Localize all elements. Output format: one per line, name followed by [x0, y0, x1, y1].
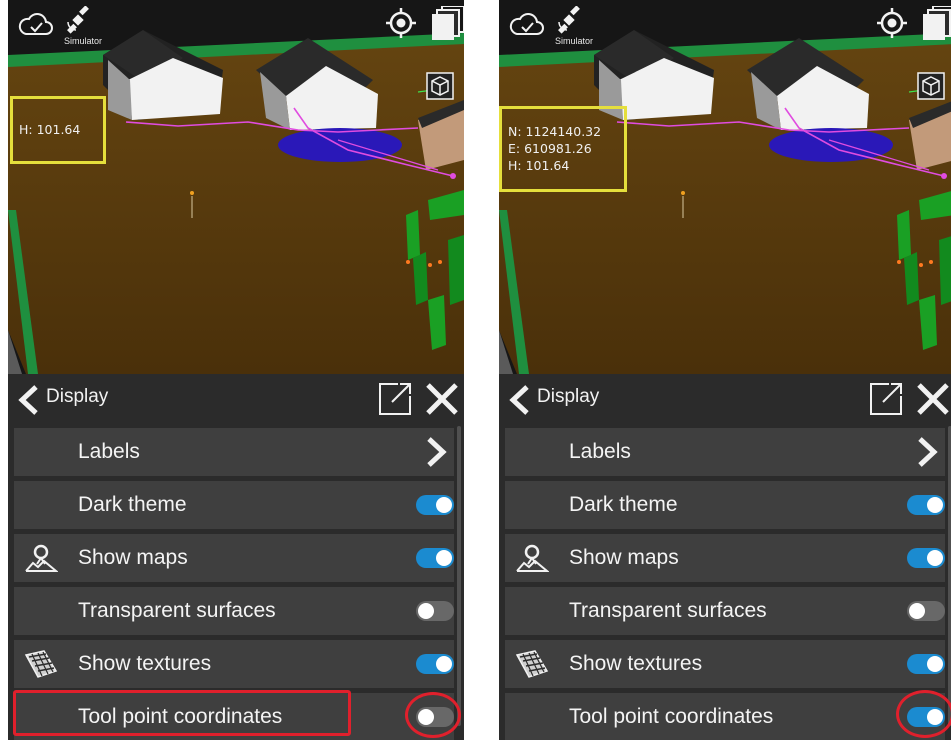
popout-icon[interactable]	[869, 382, 903, 416]
simulator-label: Simulator	[555, 36, 594, 46]
menu-item-labels[interactable]: Labels	[14, 428, 454, 476]
menu-item-label: Labels	[569, 440, 631, 463]
menu-item-label: Transparent surfaces	[569, 599, 767, 622]
screenshot-before: Simulator H: 101.64 Display Labels Dark …	[8, 0, 464, 740]
3d-map-view[interactable]: Simulator N: 1124140.32 E: 610981.26 H: …	[499, 0, 951, 374]
show-maps-toggle[interactable]	[907, 548, 945, 568]
highlight-toggle-annotation	[896, 690, 951, 738]
show-textures-toggle[interactable]	[907, 654, 945, 674]
menu-title: Display	[46, 386, 109, 407]
menu-header: Display	[8, 374, 464, 424]
menu-scrollbar[interactable]	[457, 426, 461, 726]
locate-icon[interactable]	[386, 8, 416, 38]
view-cube-icon[interactable]	[426, 72, 454, 100]
dark-theme-toggle[interactable]	[416, 495, 454, 515]
texture-icon	[24, 650, 58, 678]
scene-graphic	[8, 0, 464, 374]
layers-icon[interactable]	[432, 6, 464, 40]
menu-item-label: Labels	[78, 440, 140, 463]
locate-icon[interactable]	[877, 8, 907, 38]
menu-item-show-textures[interactable]: Show textures	[505, 640, 945, 688]
menu-item-label: Dark theme	[78, 493, 187, 516]
coord-height: H: 101.64	[508, 158, 570, 173]
transparent-surfaces-toggle[interactable]	[907, 601, 945, 621]
highlight-label-annotation	[13, 690, 351, 736]
chevron-right-icon	[918, 437, 938, 467]
menu-item-label: Show maps	[569, 546, 679, 569]
display-menu: Display Labels Dark theme Show maps Tran…	[499, 374, 951, 740]
tool-point-coordinates-box: H: 101.64	[10, 96, 106, 164]
map-pin-icon	[25, 544, 58, 572]
display-menu: Display Labels Dark theme Show maps Tran…	[8, 374, 464, 740]
simulator-label: Simulator	[64, 36, 103, 46]
satellite-icon[interactable]	[64, 6, 92, 34]
menu-item-show-maps[interactable]: Show maps	[14, 534, 454, 582]
menu-title: Display	[537, 386, 600, 407]
back-chevron-icon[interactable]	[505, 384, 533, 416]
show-textures-toggle[interactable]	[416, 654, 454, 674]
highlight-toggle-annotation	[405, 692, 461, 738]
menu-item-show-textures[interactable]: Show textures	[14, 640, 454, 688]
menu-item-dark-theme[interactable]: Dark theme	[505, 481, 945, 529]
layers-icon[interactable]	[923, 6, 951, 40]
dark-theme-toggle[interactable]	[907, 495, 945, 515]
back-chevron-icon[interactable]	[14, 384, 42, 416]
cloud-sync-icon[interactable]	[18, 10, 54, 38]
menu-header: Display	[499, 374, 951, 424]
screenshot-after: Simulator N: 1124140.32 E: 610981.26 H: …	[499, 0, 951, 740]
menu-item-label: Dark theme	[569, 493, 678, 516]
coord-east: E: 610981.26	[508, 141, 592, 156]
close-icon[interactable]	[915, 380, 951, 418]
coord-height: H: 101.64	[19, 122, 81, 137]
menu-item-show-maps[interactable]: Show maps	[505, 534, 945, 582]
show-maps-toggle[interactable]	[416, 548, 454, 568]
menu-item-tool-point-coordinates[interactable]: Tool point coordinates	[505, 693, 945, 740]
menu-item-labels[interactable]: Labels	[505, 428, 945, 476]
map-pin-icon	[516, 544, 549, 572]
menu-item-label: Show textures	[569, 652, 703, 675]
coord-north: N: 1124140.32	[508, 124, 602, 139]
ground-plane	[8, 40, 464, 374]
menu-item-label: Transparent surfaces	[78, 599, 276, 622]
cloud-sync-icon[interactable]	[509, 10, 545, 38]
satellite-icon[interactable]	[555, 6, 583, 34]
close-icon[interactable]	[424, 380, 460, 418]
menu-item-label: Tool point coordinates	[569, 705, 774, 728]
texture-icon	[515, 650, 549, 678]
menu-item-label: Show maps	[78, 546, 188, 569]
3d-map-view[interactable]: Simulator H: 101.64	[8, 0, 464, 374]
menu-item-label: Show textures	[78, 652, 212, 675]
popout-icon[interactable]	[378, 382, 412, 416]
menu-item-dark-theme[interactable]: Dark theme	[14, 481, 454, 529]
menu-item-transparent-surfaces[interactable]: Transparent surfaces	[505, 587, 945, 635]
tool-point-coordinates-box: N: 1124140.32 E: 610981.26 H: 101.64	[499, 106, 627, 192]
transparent-surfaces-toggle[interactable]	[416, 601, 454, 621]
view-cube-icon[interactable]	[917, 72, 945, 100]
ground-plane	[499, 40, 951, 374]
menu-item-transparent-surfaces[interactable]: Transparent surfaces	[14, 587, 454, 635]
chevron-right-icon	[427, 437, 447, 467]
